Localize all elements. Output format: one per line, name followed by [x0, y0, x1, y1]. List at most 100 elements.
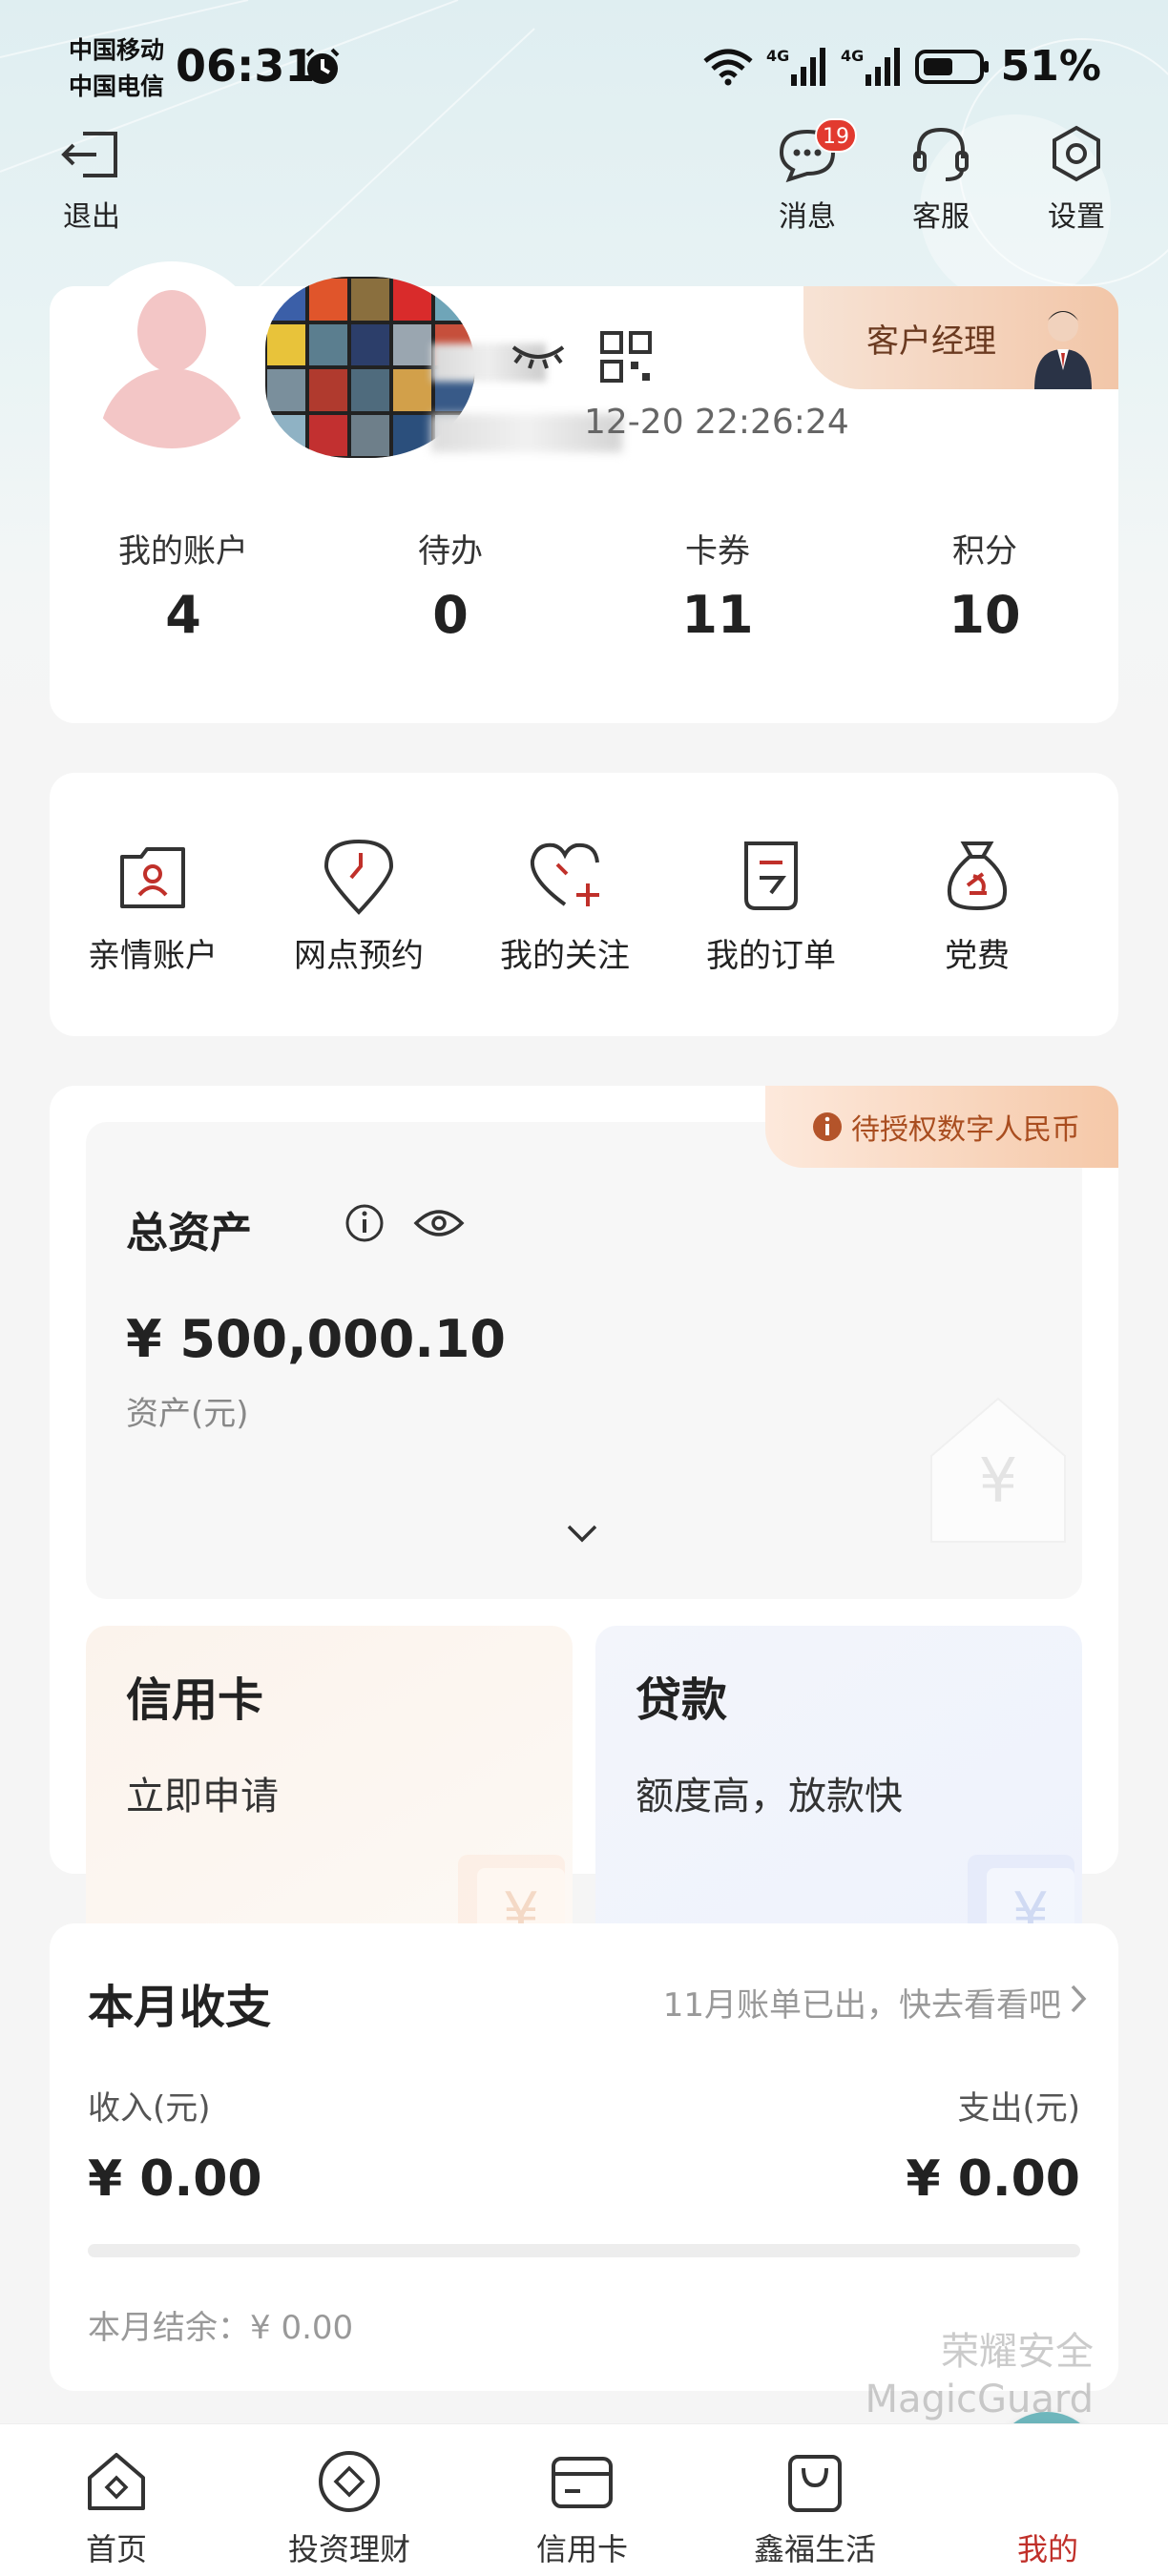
nav-credit-card[interactable]: 信用卡 [466, 2424, 699, 2576]
last-login-time: 12-20 22:26:24 [584, 403, 849, 442]
monthly-bill-link[interactable]: 11月账单已出，快去看看吧 [663, 1979, 1061, 2025]
investment-icon [319, 2451, 380, 2512]
shopping-bag-icon [788, 2455, 842, 2512]
bottom-navigation: 首页 投资理财 信用卡 鑫福生活 我的 [0, 2423, 1168, 2576]
carrier-1: 中国移动 [69, 36, 165, 64]
yuan-house-decoration-icon: ¥ [930, 1397, 1066, 1543]
quick-action-my-orders[interactable]: 我的订单 [668, 836, 874, 1036]
total-assets-panel[interactable]: 总资产 ¥ 500,000.10 资产(元) ¥ [86, 1122, 1082, 1599]
expense-value: ¥ 0.00 [906, 2150, 1080, 2208]
quick-action-party-dues[interactable]: 党费 [874, 836, 1080, 1036]
nav-investment[interactable]: 投资理财 [233, 2424, 466, 2576]
expense-label: 支出(元) [957, 2089, 1080, 2128]
stat-coupons[interactable]: 卡券 11 [584, 525, 851, 645]
watermark-line-1: 荣耀安全 [941, 2330, 1094, 2374]
credit-card-promo[interactable]: 信用卡 立即申请 ¥ [86, 1626, 573, 1969]
chevron-right-icon[interactable] [1069, 1983, 1090, 2015]
message-count-badge: 19 [815, 118, 857, 153]
logout-label: 退出 [63, 200, 120, 234]
asset-title-icons [344, 1202, 466, 1244]
account-manager-tab[interactable]: 客户经理 [803, 286, 1118, 389]
alarm-icon [305, 48, 340, 84]
qr-code-icon[interactable] [599, 330, 653, 384]
stat-label: 待办 [418, 532, 483, 571]
signal-icon-1: 4G [766, 47, 825, 86]
chevron-down-icon[interactable] [565, 1523, 599, 1546]
battery-percent: 51% [1000, 42, 1101, 91]
order-list-icon [744, 841, 798, 910]
quick-action-family-account[interactable]: 亲情账户 [50, 836, 256, 1036]
income-label: 收入(元) [88, 2089, 211, 2128]
stat-label: 卡券 [685, 532, 750, 571]
signal-icon-2: 4G [841, 47, 900, 86]
quick-actions-card: 亲情账户 网点预约 我的关注 我的订单 党费 [50, 773, 1118, 1036]
avatar[interactable] [78, 261, 265, 448]
system-icons: 4G 4G 51% [701, 42, 1101, 91]
settings-label: 设置 [1048, 200, 1105, 234]
logout-icon [61, 132, 117, 177]
credit-card-promo-subtitle: 立即申请 [126, 1775, 279, 1818]
eye-icon[interactable] [412, 1204, 466, 1242]
network-1-label: 4G [766, 47, 789, 65]
user-icon [1026, 2460, 1070, 2503]
stat-label: 积分 [952, 532, 1017, 571]
assets-card: 总资产 ¥ 500,000.10 资产(元) ¥ 待授权数字人民币 信用卡 立即… [50, 1086, 1118, 1969]
info-filled-icon [813, 1112, 842, 1141]
stat-todo[interactable]: 待办 0 [317, 525, 584, 645]
carrier-labels: 中国移动 中国电信 [69, 32, 164, 105]
svg-text:¥: ¥ [979, 1446, 1018, 1517]
settings-button[interactable]: 设置 [1029, 124, 1124, 235]
digital-rmb-label: 待授权数字人民币 [851, 1113, 1080, 1147]
messages-button[interactable]: 19 消息 [760, 118, 857, 235]
customer-service-button[interactable]: 客服 [893, 124, 989, 235]
monthly-summary-card: 本月收支 11月账单已出，快去看看吧 收入(元) 支出(元) ¥ 0.00 ¥ … [50, 1923, 1118, 2391]
clock: 06:31 [176, 40, 316, 92]
service-label: 客服 [912, 200, 970, 234]
total-assets-unit: 资产(元) [126, 1395, 249, 1433]
account-stats: 我的账户 4 待办 0 卡券 11 积分 10 [50, 525, 1118, 645]
nav-label: 首页 [85, 2531, 147, 2567]
credit-card-promo-title: 信用卡 [126, 1673, 264, 1727]
stat-value: 4 [165, 585, 201, 645]
logout-button[interactable]: 退出 [44, 124, 139, 235]
stat-label: 我的账户 [118, 532, 248, 571]
nav-life[interactable]: 鑫福生活 [699, 2424, 931, 2576]
status-bar: 中国移动 中国电信 06:31 4G 4G 51% [0, 0, 1168, 134]
loan-promo-subtitle: 额度高，放款快 [636, 1775, 903, 1818]
monthly-balance: 本月结余：¥ 0.00 [88, 2309, 354, 2347]
quick-action-branch-booking[interactable]: 网点预约 [256, 836, 462, 1036]
profile-card: 12-20 22:26:24 客户经理 我的账户 4 待办 0 卡券 11 积分… [50, 261, 1118, 723]
loan-promo[interactable]: 贷款 额度高，放款快 ¥ [595, 1626, 1082, 1969]
eye-closed-icon[interactable] [508, 334, 569, 372]
carrier-2: 中国电信 [69, 73, 165, 100]
heart-plus-icon [530, 842, 599, 906]
home-icon [88, 2453, 145, 2510]
manager-avatar-icon [1034, 311, 1092, 389]
battery-icon [914, 49, 989, 84]
info-icon[interactable] [344, 1202, 386, 1244]
nav-label: 投资理财 [287, 2531, 410, 2567]
stat-value: 10 [949, 585, 1021, 645]
family-account-icon [120, 847, 185, 908]
total-assets-title: 总资产 [126, 1209, 252, 1257]
stat-points[interactable]: 积分 10 [851, 525, 1118, 645]
nav-mine[interactable]: 我的 [931, 2424, 1164, 2576]
digital-rmb-authorize-tab[interactable]: 待授权数字人民币 [765, 1086, 1118, 1168]
location-pin-icon [323, 839, 394, 915]
quick-action-my-follows[interactable]: 我的关注 [462, 836, 668, 1036]
gear-icon [1053, 125, 1100, 182]
quick-action-label: 我的关注 [500, 937, 630, 975]
messages-label: 消息 [779, 200, 836, 234]
stat-value: 0 [432, 585, 469, 645]
wifi-icon [703, 49, 753, 85]
stat-my-accounts[interactable]: 我的账户 4 [50, 525, 317, 645]
nav-label: 我的 [1016, 2531, 1078, 2567]
quick-action-label: 党费 [945, 937, 1010, 975]
credit-card-icon [552, 2457, 613, 2508]
network-2-label: 4G [841, 47, 864, 65]
nav-label: 鑫福生活 [753, 2531, 876, 2567]
nav-label: 信用卡 [535, 2531, 628, 2567]
nav-home[interactable]: 首页 [0, 2424, 233, 2576]
quick-action-label: 网点预约 [294, 937, 424, 975]
total-assets-amount: ¥ 500,000.10 [126, 1309, 506, 1369]
